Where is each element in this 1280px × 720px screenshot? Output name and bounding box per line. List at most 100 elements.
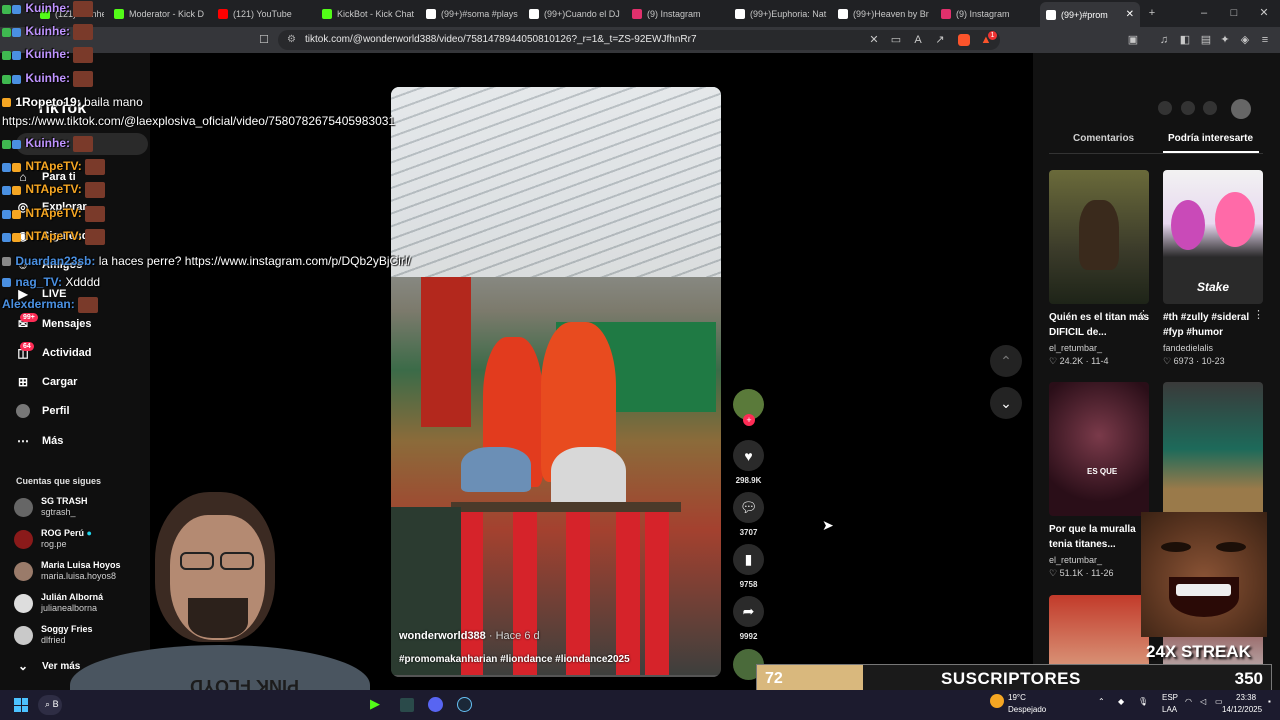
media-icon[interactable]: ♫ [1158, 34, 1170, 46]
emote-icon [85, 182, 106, 198]
translate-icon[interactable]: A [912, 34, 924, 46]
recommendation-thumbnail[interactable]: ES QUE [1049, 382, 1149, 516]
recommendation-author[interactable]: fandedielalis [1163, 343, 1213, 353]
terminal-taskbar-icon[interactable] [400, 698, 414, 712]
notifications-icon[interactable]: ▪ [1268, 697, 1271, 706]
video-frame-lion [391, 507, 461, 677]
save-button[interactable]: ▮ 9758 [733, 544, 764, 589]
tab-kickbot[interactable]: KickBot - Kick Chat [322, 4, 417, 23]
next-video-button[interactable]: ⌄ [990, 387, 1022, 419]
recommendation-caption[interactable]: Por que la muralla tenia titanes... [1049, 522, 1154, 552]
tray-app-icon[interactable]: ◆ [1118, 697, 1124, 706]
weather-temp[interactable]: 19°C [1008, 693, 1026, 702]
nav-perfil[interactable]: Perfil [16, 404, 70, 418]
video-progress-bar[interactable] [391, 675, 721, 677]
discord-taskbar-icon[interactable] [428, 697, 443, 712]
tab-tiktok-active[interactable]: (99+)#prom ✕ [1040, 2, 1140, 27]
badge-icon [2, 257, 11, 267]
video-player[interactable]: wonderworld388 · Hace 6 d #promomakanhar… [391, 87, 721, 677]
microphone-icon[interactable]: 🎙︎ [1138, 697, 1148, 706]
more-options-icon[interactable]: ⋮ [1138, 308, 1149, 321]
close-tab-icon[interactable]: ✕ [1126, 9, 1134, 20]
chat-message: https://www.tiktok.com/@laexplosiva_ofic… [2, 114, 396, 128]
mute-icon[interactable]: ✕ [868, 34, 880, 46]
nav-mas[interactable]: ⋯ Más [16, 434, 63, 448]
device-icon[interactable] [1181, 101, 1195, 115]
window-close-icon[interactable]: ✕ [1258, 7, 1270, 19]
weather-moon-icon [990, 694, 1004, 708]
user-avatar[interactable] [1231, 99, 1251, 119]
share-icon[interactable]: ↗ [934, 34, 946, 46]
recommendation-thumbnail[interactable] [1163, 382, 1263, 516]
like-button[interactable]: ♥ 298.9K [733, 440, 764, 485]
minimize-icon[interactable]: – [1198, 7, 1210, 19]
previous-video-button[interactable]: ⌃ [990, 345, 1022, 377]
embed-icon[interactable] [1158, 101, 1172, 115]
browser-toolbar: ☐ ⚙ tiktok.com/@wonderworld388/video/758… [0, 27, 1280, 53]
sub-badge-icon [2, 4, 11, 14]
recommendation-thumbnail[interactable]: Stake [1163, 170, 1263, 304]
crown-badge-icon [2, 98, 11, 108]
screenshot-icon[interactable]: ▭ [890, 34, 902, 46]
brave-shield-icon[interactable] [958, 34, 970, 46]
new-tab-icon[interactable]: + [1146, 7, 1158, 19]
tiktok-icon [1046, 9, 1056, 20]
follow-plus-icon[interactable]: + [743, 414, 755, 426]
clock-date[interactable]: 14/12/2025 [1222, 705, 1262, 714]
recommendation-thumbnail[interactable] [1049, 170, 1149, 304]
check-badge-icon [2, 185, 11, 195]
tab-tiktok-dj[interactable]: (99+)Cuando el DJ [529, 4, 624, 23]
site-info-icon[interactable]: ⚙ [287, 34, 296, 45]
recommendation-author[interactable]: el_retumbar_ [1049, 555, 1102, 565]
reader-icon[interactable]: ◧ [1179, 34, 1191, 46]
creator-avatar[interactable]: + [733, 389, 764, 426]
clock-time[interactable]: 23:38 [1236, 693, 1256, 702]
thumbnail-figure [1079, 200, 1119, 270]
comment-button[interactable]: 💬︎ 3707 [733, 492, 764, 537]
kick-taskbar-icon[interactable]: ▶ [370, 696, 384, 712]
maximize-icon[interactable]: □ [1228, 7, 1240, 19]
thumbnail-figure [1171, 200, 1205, 250]
tiktok-icon [426, 8, 436, 19]
windows-start-icon[interactable] [14, 698, 28, 712]
more-options-icon[interactable]: ⋮ [1253, 308, 1264, 321]
chevron-down-icon: ⌄ [17, 659, 29, 673]
tab-tiktok-soma[interactable]: (99+)#soma #plays [426, 4, 521, 23]
video-hashtags[interactable]: #promomakanharian #liondance #liondance2… [399, 654, 630, 665]
recommendation-author[interactable]: el_retumbar_ [1049, 343, 1102, 353]
tab-tiktok-euphoria[interactable]: (99+)Euphoria: Nat [735, 4, 830, 23]
share-button[interactable]: ➦ 9992 [733, 596, 764, 641]
taskbar-search[interactable]: ⌕ B [38, 695, 62, 715]
tab-youtube[interactable]: (121) YouTube [218, 4, 313, 23]
nav-cargar[interactable]: ⊞ Cargar [16, 375, 78, 389]
messages-badge: 99+ [20, 313, 38, 322]
weather-desc[interactable]: Despejado [1008, 705, 1046, 714]
tab-kick-moderator[interactable]: Moderator - Kick D [114, 4, 206, 23]
tab-instagram-1[interactable]: (9) Instagram [632, 4, 727, 23]
chat-message: NTApeTV: [2, 229, 106, 245]
sidebar-icon[interactable]: ▣ [1127, 34, 1139, 46]
wallet-icon[interactable]: ▤ [1200, 34, 1212, 46]
network-icon[interactable]: ◠ [1185, 697, 1192, 706]
volume-icon[interactable]: ◁ [1200, 697, 1206, 706]
download-icon[interactable] [1203, 101, 1217, 115]
chat-message: Alexderman: [2, 297, 99, 313]
sub-badge-icon [2, 50, 11, 60]
tray-chevron-icon[interactable]: ⌃ [1098, 697, 1105, 706]
steam-taskbar-icon[interactable] [457, 697, 472, 712]
tab-podria-interesarte[interactable]: Podría interesarte [1168, 133, 1253, 144]
language-indicator[interactable]: ESP [1162, 693, 1178, 702]
meme-teeth [1176, 584, 1231, 596]
tab-comentarios[interactable]: Comentarios [1073, 133, 1134, 144]
chevron-up-icon: ⌃ [1000, 352, 1012, 369]
ai-icon[interactable]: ✦ [1219, 34, 1231, 46]
search-icon: ⌕ [45, 699, 51, 709]
bookmark-icon[interactable]: ☐ [258, 34, 270, 46]
meme-overlay [1141, 512, 1267, 637]
menu-icon[interactable]: ≡ [1259, 34, 1271, 46]
video-author[interactable]: wonderworld388 · Hace 6 d [399, 630, 540, 642]
vpn-icon[interactable]: ◈ [1239, 34, 1251, 46]
tab-tiktok-heaven[interactable]: (99+)Heaven by Br [838, 4, 933, 23]
meme-eye [1161, 542, 1191, 552]
tab-instagram-2[interactable]: (9) Instagram [941, 4, 1036, 23]
